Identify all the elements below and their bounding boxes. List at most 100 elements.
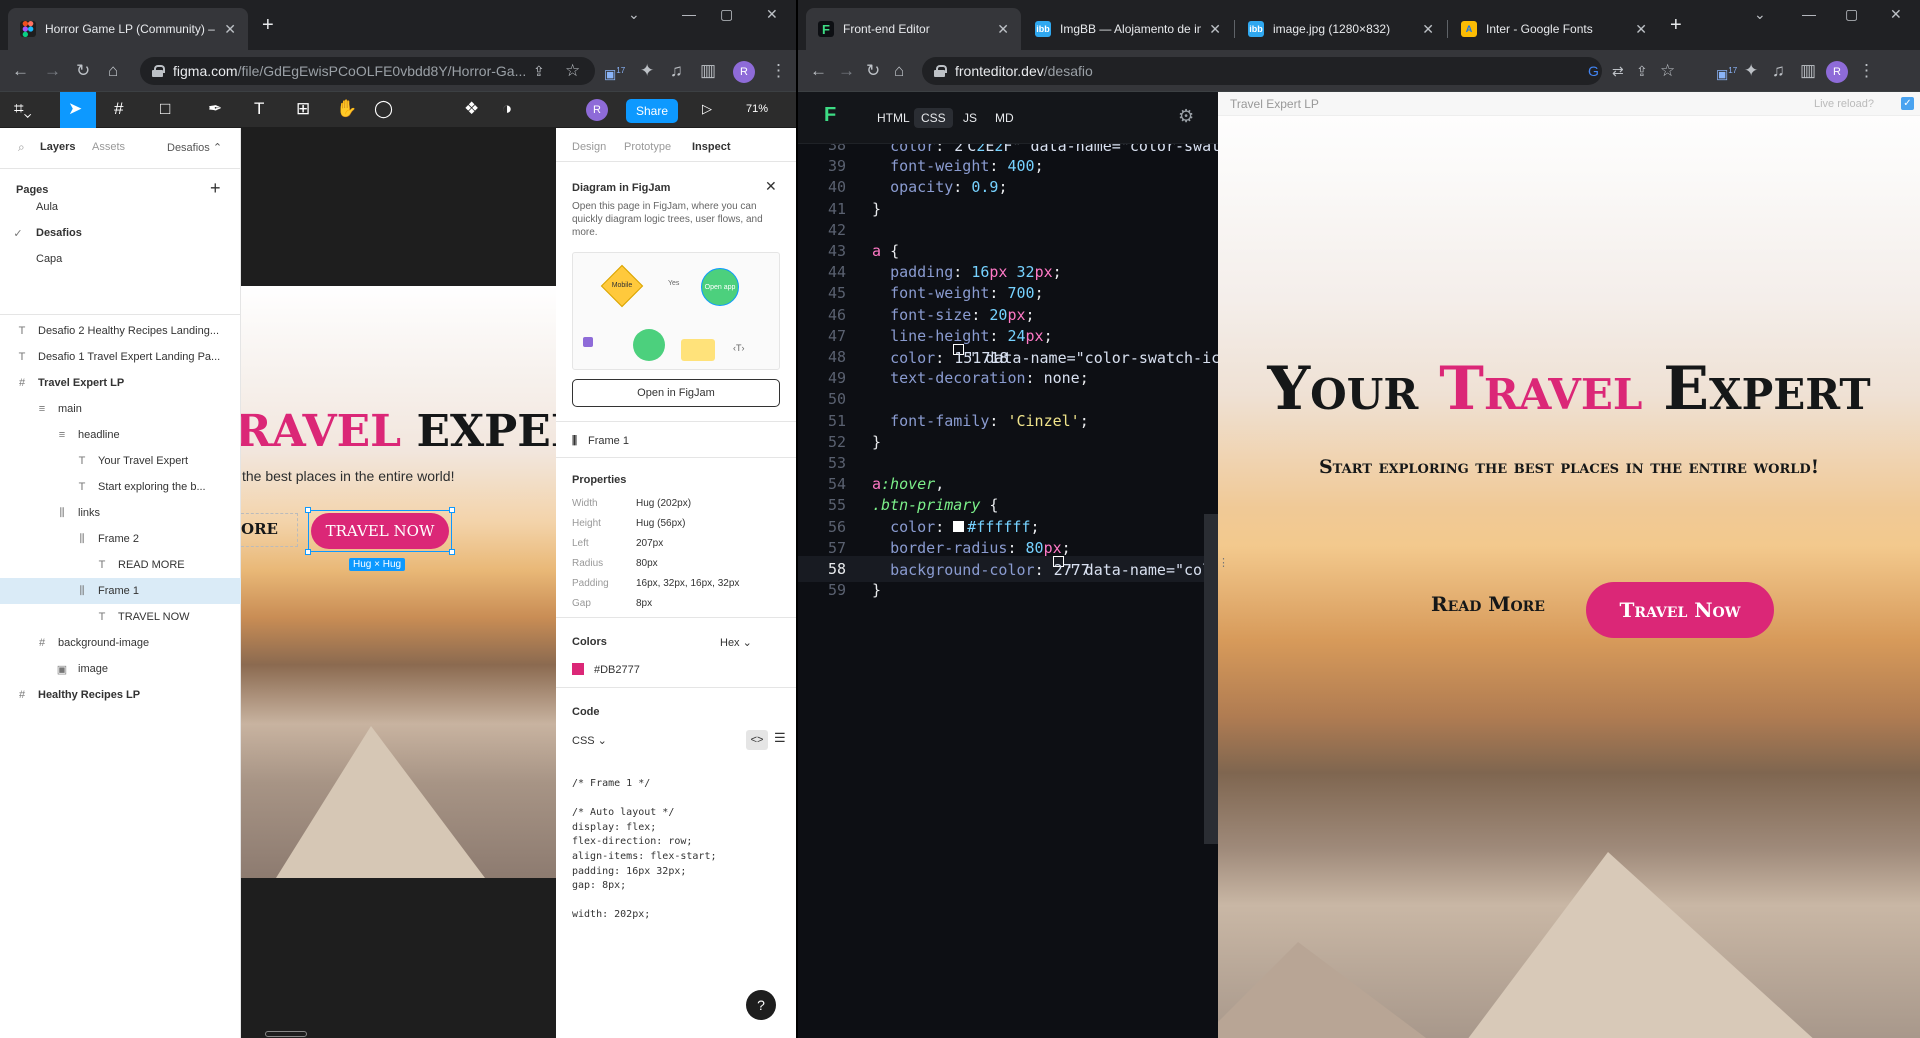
extensions-puzzle-icon[interactable]: ✦ — [1744, 60, 1758, 82]
text-tool-icon[interactable]: T — [254, 99, 264, 119]
close-window-icon[interactable]: ✕ — [766, 6, 778, 23]
close-tab-icon[interactable]: ✕ — [997, 21, 1009, 38]
media-controls-icon[interactable]: ♫ — [1772, 60, 1785, 82]
maximize-icon[interactable]: ▢ — [1845, 6, 1858, 23]
figma-canvas[interactable]: RAVEL EXPERT the best places in the enti… — [241, 128, 556, 1038]
tab-search-icon[interactable]: ⌄ — [628, 6, 640, 23]
settings-gear-icon[interactable]: ⚙ — [1178, 106, 1194, 127]
pane-resize-handle-icon[interactable]: ⋮ — [1218, 556, 1229, 569]
home-icon[interactable]: ⌂ — [894, 60, 904, 82]
mask-contrast-icon[interactable]: ◑ — [502, 99, 512, 119]
layer-row[interactable]: # Healthy Recipes LP — [0, 682, 241, 708]
google-lens-icon[interactable]: G — [1588, 60, 1599, 82]
layer-row[interactable]: T TRAVEL NOW — [0, 604, 241, 630]
code-line[interactable]: 59} — [798, 577, 1218, 603]
tab-layers[interactable]: Layers — [40, 141, 75, 153]
maximize-icon[interactable]: ▢ — [720, 6, 733, 23]
share-button[interactable]: Share — [626, 99, 678, 123]
minimize-icon[interactable]: — — [682, 6, 696, 22]
help-button[interactable]: ? — [746, 990, 776, 1020]
share-page-icon[interactable]: ⇪ — [1636, 60, 1648, 82]
side-panel-icon[interactable]: ▥ — [700, 60, 716, 82]
tab-design[interactable]: Design — [572, 141, 606, 153]
page-dropdown[interactable]: Desafios ⌃ — [167, 141, 222, 154]
layer-row[interactable]: ≡ headline — [0, 422, 241, 448]
read-more-link[interactable]: Read More — [1388, 592, 1588, 616]
code-view-icon[interactable]: <> — [746, 730, 768, 750]
travel-expert-frame[interactable]: RAVEL EXPERT the best places in the enti… — [241, 286, 556, 878]
tab-html[interactable]: HTML — [870, 108, 917, 128]
close-tab-icon[interactable]: ✕ — [1422, 21, 1434, 38]
profile-avatar[interactable]: R — [733, 61, 755, 83]
browser-tab-editor[interactable]: F Front-end Editor ✕ — [806, 8, 1021, 50]
property-value[interactable]: 207px — [636, 538, 663, 549]
extension-badge-icon[interactable]: ▣17 — [604, 60, 625, 85]
close-tab-icon[interactable]: ✕ — [1209, 21, 1221, 38]
property-value[interactable]: Hug (202px) — [636, 498, 691, 509]
list-view-icon[interactable]: ☰ — [774, 730, 786, 746]
page-item[interactable]: Capa — [0, 246, 241, 272]
share-page-icon[interactable]: ⇪ — [533, 60, 545, 82]
open-in-figjam-button[interactable]: Open in FigJam — [572, 379, 780, 407]
code-lang-dropdown[interactable]: CSS ⌄ — [572, 734, 607, 747]
forward-icon[interactable]: → — [838, 60, 855, 82]
figma-user-avatar[interactable]: R — [586, 99, 608, 121]
layer-row[interactable]: T Start exploring the b... — [0, 474, 241, 500]
browser-tab-image[interactable]: ibb image.jpg (1280×832) ✕ — [1236, 8, 1446, 50]
address-bar[interactable]: figma.com/file/GdEgEwisPCoOLFE0vbdd8Y/Ho… — [140, 57, 595, 85]
hand-tool-icon[interactable]: ✋ — [336, 99, 357, 119]
layer-row[interactable]: # Travel Expert LP — [0, 370, 241, 396]
editor-scrollbar[interactable] — [1204, 514, 1218, 844]
extensions-puzzle-icon[interactable]: ✦ — [640, 60, 654, 82]
canvas-read-more[interactable]: ORE — [241, 520, 278, 538]
pen-tool-icon[interactable]: ✒ — [208, 99, 222, 119]
canvas-scroll-handle[interactable] — [265, 1031, 307, 1037]
tab-search-icon[interactable]: ⌄ — [1754, 6, 1766, 23]
layer-row[interactable]: ⫼ links — [0, 500, 241, 526]
close-window-icon[interactable]: ✕ — [1890, 6, 1902, 23]
css-code-editor[interactable]: 38 color: 2C2E2F" data-name="color-swatc… — [798, 144, 1218, 1038]
property-value[interactable]: 8px — [636, 598, 652, 609]
layer-row[interactable]: T Desafio 2 Healthy Recipes Landing... — [0, 318, 241, 344]
property-value[interactable]: 16px, 32px, 16px, 32px — [636, 578, 739, 589]
menu-kebab-icon[interactable]: ⋮ — [770, 60, 787, 82]
back-icon[interactable]: ← — [810, 60, 827, 82]
layer-row[interactable]: ▣ image — [0, 656, 241, 682]
new-tab-button[interactable]: + — [262, 14, 274, 37]
bookmark-star-icon[interactable]: ☆ — [1660, 60, 1675, 82]
tab-assets[interactable]: Assets — [92, 141, 125, 153]
figma-menu-icon[interactable]: ⌗⌄ — [14, 99, 32, 119]
layer-row[interactable]: ⫼ Frame 2 — [0, 526, 241, 552]
resize-handle[interactable] — [449, 507, 455, 513]
browser-tab-imgbb[interactable]: ibb ImgBB — Alojamento de im ✕ — [1023, 8, 1233, 50]
canvas-travel-now-button[interactable]: TRAVEL NOW — [311, 513, 449, 549]
resize-handle[interactable] — [449, 549, 455, 555]
layer-row[interactable]: # background-image — [0, 630, 241, 656]
browser-tab-figma[interactable]: Horror Game LP (Community) – F ✕ — [8, 8, 248, 50]
tab-css[interactable]: CSS — [914, 108, 953, 128]
browser-tab-google-fonts[interactable]: A Inter - Google Fonts ✕ — [1449, 8, 1659, 50]
color-format-dropdown[interactable]: Hex ⌄ — [720, 636, 752, 649]
search-layers-icon[interactable]: ⌕ — [18, 140, 25, 155]
property-value[interactable]: Hug (56px) — [636, 518, 685, 529]
zoom-level[interactable]: 71% — [746, 99, 768, 119]
new-tab-button[interactable]: + — [1670, 14, 1682, 37]
reload-icon[interactable]: ↻ — [76, 60, 90, 82]
page-item[interactable]: ✓ Desafios — [0, 220, 241, 246]
color-hex-value[interactable]: #DB2777 — [594, 664, 640, 676]
back-icon[interactable]: ← — [12, 60, 29, 82]
forward-icon[interactable]: → — [44, 60, 61, 82]
tab-prototype[interactable]: Prototype — [624, 141, 671, 153]
menu-kebab-icon[interactable]: ⋮ — [1858, 60, 1875, 82]
layer-row[interactable]: T Desafio 1 Travel Expert Landing Pa... — [0, 344, 241, 370]
resize-handle[interactable] — [305, 549, 311, 555]
travel-now-button[interactable]: Travel Now — [1586, 582, 1774, 638]
extension-badge-icon[interactable]: ▣17 — [1716, 60, 1737, 85]
resize-handle[interactable] — [305, 507, 311, 513]
shape-tool-icon[interactable]: □ — [160, 99, 170, 119]
tab-js[interactable]: JS — [956, 108, 984, 128]
media-controls-icon[interactable]: ♫ — [670, 60, 683, 82]
translate-icon[interactable]: ⇄ — [1612, 60, 1624, 82]
page-item[interactable]: Aula — [0, 194, 241, 220]
comment-tool-icon[interactable]: ◯ — [374, 99, 393, 119]
